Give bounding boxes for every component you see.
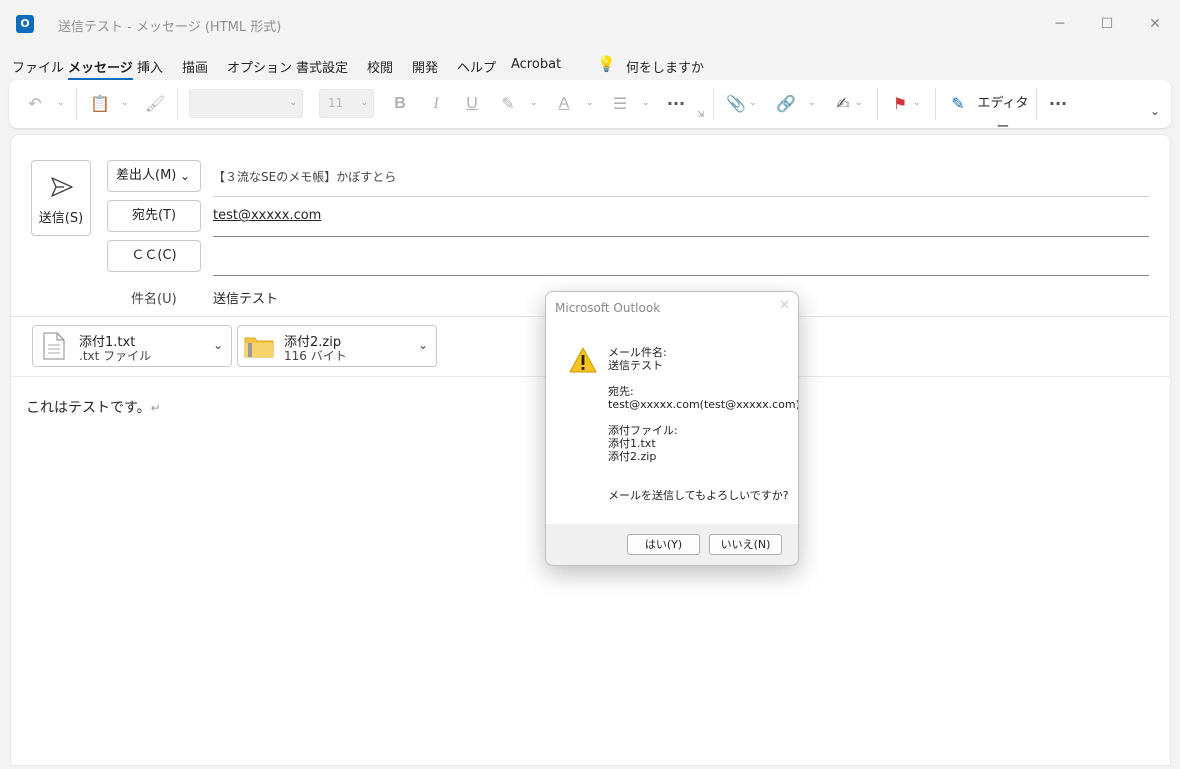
send-confirm-dialog: Microsoft Outlook ✕ メール件名: 送信テスト 宛先: tes…: [545, 291, 799, 566]
italic-icon[interactable]: I: [425, 92, 447, 116]
editor-button[interactable]: エディター: [973, 92, 1033, 135]
maximize-button[interactable]: ☐: [1097, 14, 1117, 34]
ribbon-divider: [76, 88, 77, 120]
attachment-type: .txt ファイル: [79, 349, 152, 363]
link-icon[interactable]: 🔗: [775, 92, 797, 116]
window-title: 送信テスト - メッセージ (HTML 形式): [58, 20, 282, 35]
dialog-attachments-label: 添付ファイル:: [608, 424, 678, 437]
tab-review[interactable]: 校閲: [367, 57, 393, 76]
tell-me-search[interactable]: 何をしますか: [626, 57, 704, 76]
font-color-icon[interactable]: A: [553, 92, 575, 116]
to-field[interactable]: test@xxxxx.com: [213, 208, 321, 223]
dialog-footer: はい(Y) いいえ(N): [546, 524, 798, 565]
tab-help[interactable]: ヘルプ: [457, 57, 496, 76]
lightbulb-icon: 💡: [597, 55, 616, 73]
dialog-question: メールを送信してもよろしいですか?: [608, 489, 789, 502]
paste-icon[interactable]: 📋: [89, 92, 111, 116]
to-divider: [213, 236, 1149, 237]
ribbon-toolbar: ↶ ⌄ 📋 ⌄ 🖌 ⌄ 11 ⌄ B I U ✎ ⌄ A ⌄ ☰ ⌄ ··· ⇲ …: [9, 80, 1171, 135]
paragraph-mark: ↵: [150, 401, 161, 415]
to-button[interactable]: 宛先(T): [107, 200, 201, 232]
warning-icon: [569, 347, 597, 373]
attachment-txt[interactable]: 添付1.txt .txt ファイル ⌄: [32, 325, 232, 367]
font-name-select[interactable]: ⌄: [189, 89, 303, 118]
outlook-icon: O: [16, 15, 34, 33]
ribbon-divider: [1036, 88, 1037, 120]
editor-icon[interactable]: ✎: [947, 92, 969, 116]
bullets-chevron-down-icon[interactable]: ⌄: [642, 98, 650, 108]
message-body[interactable]: これはテストです。↵: [26, 397, 161, 417]
text-file-icon: [43, 332, 65, 360]
font-size-value: 11: [328, 96, 344, 110]
chevron-down-icon[interactable]: ⌄: [418, 338, 428, 352]
tab-message[interactable]: メッセージ: [68, 57, 133, 80]
cc-button[interactable]: ＣＣ(C): [107, 240, 201, 272]
flag-chevron-down-icon[interactable]: ⌄: [913, 98, 921, 108]
close-icon[interactable]: ✕: [779, 298, 790, 313]
cc-divider: [213, 275, 1149, 276]
dialog-attachment-1: 添付1.txt: [608, 437, 656, 450]
tab-options[interactable]: オプション: [227, 57, 292, 76]
tab-format[interactable]: 書式設定: [296, 57, 348, 76]
flag-icon[interactable]: ⚑: [889, 92, 911, 116]
font-size-select[interactable]: 11 ⌄: [319, 89, 374, 118]
no-button[interactable]: いいえ(N): [709, 534, 782, 555]
from-button-label: 差出人(M): [116, 168, 177, 183]
signature-icon[interactable]: ✍: [832, 92, 854, 116]
send-label: 送信(S): [38, 211, 84, 226]
send-icon: [51, 177, 73, 197]
tab-draw[interactable]: 描画: [182, 57, 208, 76]
signature-chevron-down-icon[interactable]: ⌄: [855, 98, 863, 108]
attachment-size: 116 バイト: [284, 349, 347, 363]
format-painter-icon[interactable]: 🖌: [144, 92, 166, 116]
ribbon-divider: [713, 88, 714, 120]
highlight-chevron-down-icon[interactable]: ⌄: [530, 98, 538, 108]
attachment-zip[interactable]: 添付2.zip 116 バイト ⌄: [237, 325, 437, 367]
highlight-icon[interactable]: ✎: [497, 92, 519, 116]
tab-file[interactable]: ファイル: [12, 57, 64, 76]
attach-chevron-down-icon[interactable]: ⌄: [749, 98, 757, 108]
subject-field[interactable]: 送信テスト: [213, 288, 278, 307]
dialog-launcher-icon[interactable]: ⇲: [697, 110, 705, 120]
ribbon-expand-chevron-down-icon[interactable]: ⌄: [1150, 104, 1160, 118]
dialog-subject-value: 送信テスト: [608, 359, 663, 372]
paste-chevron-down-icon[interactable]: ⌄: [121, 98, 129, 108]
attach-file-icon[interactable]: 📎: [725, 92, 747, 116]
yes-button[interactable]: はい(Y): [627, 534, 700, 555]
from-button[interactable]: 差出人(M) ⌄: [107, 160, 201, 192]
title-bar: O 送信テスト - メッセージ (HTML 形式) ─ ☐ ✕: [0, 0, 1180, 50]
from-divider: [213, 196, 1149, 197]
dialog-to-label: 宛先:: [608, 385, 634, 398]
tab-acrobat[interactable]: Acrobat: [511, 57, 561, 72]
more-format-icon[interactable]: ···: [665, 92, 687, 116]
link-chevron-down-icon[interactable]: ⌄: [808, 98, 816, 108]
ribbon-divider: [935, 88, 936, 120]
undo-chevron-down-icon[interactable]: ⌄: [57, 98, 65, 108]
body-text: これはテストです。: [26, 400, 151, 416]
tab-developer[interactable]: 開発: [412, 57, 438, 76]
ribbon-divider: [177, 88, 178, 120]
more-options-icon[interactable]: ···: [1047, 92, 1069, 116]
subject-label: 件名(U): [131, 292, 177, 307]
close-button[interactable]: ✕: [1145, 14, 1165, 34]
dialog-attachment-2: 添付2.zip: [608, 450, 657, 463]
bold-icon[interactable]: B: [389, 92, 411, 116]
ribbon-divider: [877, 88, 878, 120]
menu-bar: ファイル メッセージ 挿入 描画 オプション 書式設定 校閲 開発 ヘルプ Ac…: [0, 50, 1180, 80]
undo-icon[interactable]: ↶: [23, 92, 47, 116]
underline-icon[interactable]: U: [461, 92, 483, 116]
font-color-chevron-down-icon[interactable]: ⌄: [586, 98, 594, 108]
chevron-down-icon[interactable]: ⌄: [213, 338, 223, 352]
tab-insert[interactable]: 挿入: [137, 57, 163, 76]
zip-folder-icon: [244, 337, 274, 358]
chevron-down-icon: ⌄: [179, 169, 190, 183]
bullet-list-icon[interactable]: ☰: [609, 92, 631, 116]
dialog-to-value: test@xxxxx.com(test@xxxxx.com): [608, 398, 799, 411]
dialog-title: Microsoft Outlook: [555, 301, 661, 315]
from-value: 【３流なSEのメモ帳】かぼすとら: [213, 170, 397, 184]
send-button[interactable]: 送信(S): [31, 160, 91, 236]
dialog-subject-label: メール件名:: [608, 346, 667, 359]
minimize-button[interactable]: ─: [1050, 14, 1070, 34]
